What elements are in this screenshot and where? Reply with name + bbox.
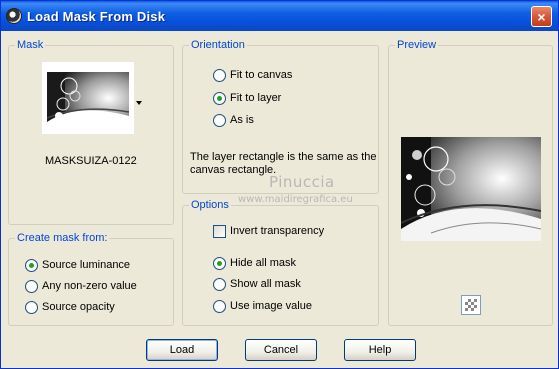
title-bar[interactable]: Load Mask From Disk × xyxy=(1,1,558,31)
radio-source-opacity-label: Source opacity xyxy=(42,301,115,313)
dialog-window: Load Mask From Disk × Mask MASKSUIZA-012… xyxy=(0,0,559,369)
radio-source-luminance-indicator[interactable] xyxy=(25,258,38,272)
mask-dropdown-arrow-icon[interactable] xyxy=(136,101,142,105)
options-group-label: Options xyxy=(189,199,231,211)
radio-fit-to-layer-label: Fit to layer xyxy=(230,92,282,104)
help-button[interactable]: Help xyxy=(344,339,416,361)
checkerboard-icon xyxy=(465,299,477,311)
watermark-url: www.maidiregrafica.eu xyxy=(238,194,353,205)
app-icon xyxy=(6,8,22,24)
radio-fit-to-canvas-indicator[interactable] xyxy=(213,68,226,82)
invert-transparency-label: Invert transparency xyxy=(230,225,325,237)
invert-transparency-checkbox[interactable]: Invert transparency xyxy=(213,223,324,239)
radio-show-all-mask-indicator[interactable] xyxy=(213,277,226,291)
radio-any-non-zero-label: Any non-zero value xyxy=(42,280,137,292)
radio-hide-all-mask[interactable]: Hide all mask xyxy=(213,255,296,271)
watermark-name: Pinuccia xyxy=(269,173,335,191)
radio-use-image-value-label: Use image value xyxy=(230,300,312,312)
window-title: Load Mask From Disk xyxy=(27,9,166,24)
preview-image xyxy=(401,137,541,241)
radio-use-image-value[interactable]: Use image value xyxy=(213,298,312,314)
close-button[interactable]: × xyxy=(531,6,552,27)
transparency-toggle-button[interactable] xyxy=(461,295,481,315)
radio-fit-to-canvas[interactable]: Fit to canvas xyxy=(213,67,292,83)
invert-transparency-box[interactable] xyxy=(213,224,226,238)
radio-show-all-mask[interactable]: Show all mask xyxy=(213,276,301,292)
radio-any-non-zero-indicator[interactable] xyxy=(25,279,38,293)
radio-source-luminance[interactable]: Source luminance xyxy=(25,257,130,273)
radio-source-luminance-label: Source luminance xyxy=(42,259,131,271)
mask-name: MASKSUIZA-0122 xyxy=(45,155,137,167)
close-icon: × xyxy=(537,8,546,25)
mask-thumbnail[interactable] xyxy=(42,62,134,134)
cancel-button[interactable]: Cancel xyxy=(245,339,317,361)
orientation-group-label: Orientation xyxy=(189,39,247,51)
mask-thumbnail-image xyxy=(47,72,129,130)
radio-hide-all-mask-label: Hide all mask xyxy=(230,257,297,269)
radio-source-opacity-indicator[interactable] xyxy=(25,300,38,314)
radio-use-image-value-indicator[interactable] xyxy=(213,299,226,313)
radio-as-is[interactable]: As is xyxy=(213,112,254,128)
radio-any-non-zero[interactable]: Any non-zero value xyxy=(25,278,137,294)
radio-show-all-mask-label: Show all mask xyxy=(230,278,301,290)
radio-source-opacity[interactable]: Source opacity xyxy=(25,299,115,315)
radio-fit-to-canvas-label: Fit to canvas xyxy=(230,69,293,81)
create-mask-group-label: Create mask from: xyxy=(15,232,110,244)
mask-group-label: Mask xyxy=(15,39,46,51)
load-button[interactable]: Load xyxy=(146,339,218,361)
radio-as-is-indicator[interactable] xyxy=(213,113,226,127)
radio-as-is-label: As is xyxy=(230,114,254,126)
radio-fit-to-layer[interactable]: Fit to layer xyxy=(213,90,281,106)
preview-group-label: Preview xyxy=(395,39,439,51)
radio-fit-to-layer-indicator[interactable] xyxy=(213,91,226,105)
radio-hide-all-mask-indicator[interactable] xyxy=(213,256,226,270)
